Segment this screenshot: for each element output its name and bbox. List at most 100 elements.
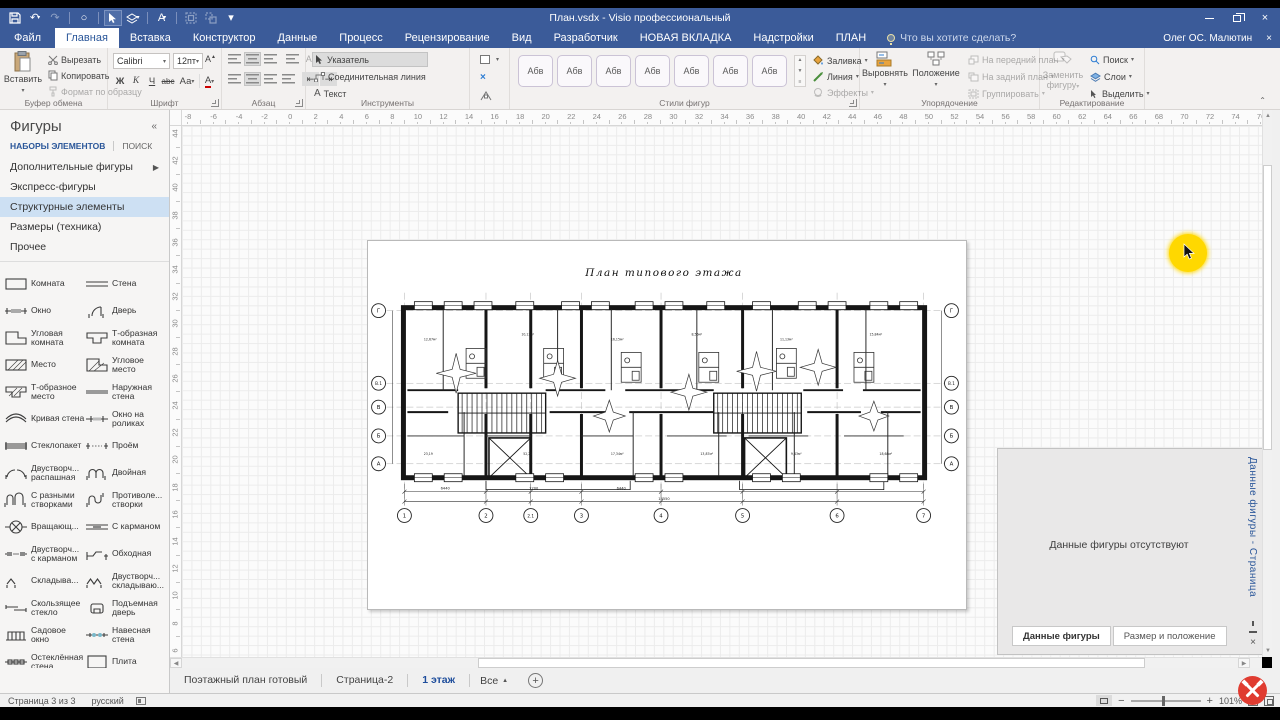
shape-master[interactable]: Противоле... створки [85, 486, 166, 513]
align-left-button[interactable] [226, 72, 243, 86]
stencil-more-shapes[interactable]: Дополнительные фигуры▶ [0, 157, 169, 177]
stencil-item[interactable]: Размеры (техника) [0, 217, 169, 237]
horizontal-scroll-thumb[interactable] [478, 658, 1145, 668]
page-tab-all[interactable]: Все▲ [470, 675, 518, 687]
shape-master[interactable]: С карманом [85, 513, 166, 540]
tab-вставка[interactable]: Вставка [119, 28, 182, 48]
shape-master[interactable]: Двустворч... складываю... [85, 567, 166, 594]
font-family-select[interactable]: Calibri▾ [113, 53, 170, 69]
qat-customize-icon[interactable]: ▾ [222, 10, 240, 26]
shape-master[interactable]: Угловое место [85, 351, 166, 378]
bullets-button[interactable] [284, 52, 301, 66]
shape-styles-dialog-launcher[interactable] [849, 99, 857, 107]
collapse-ribbon-icon[interactable]: ⌃ [1259, 96, 1266, 105]
pointer-tool-button[interactable]: Указатель [312, 52, 428, 67]
horizontal-scrollbar[interactable]: ◀ ▶ [170, 657, 1262, 668]
stencil-item[interactable]: Прочее [0, 237, 169, 257]
shape-master[interactable]: Обходная [85, 540, 166, 567]
zoom-level[interactable]: 101% [1219, 696, 1242, 706]
shape-master[interactable]: Т-образное место [4, 378, 85, 405]
tab-search[interactable]: ПОИСК [122, 141, 152, 151]
tab-главная[interactable]: Главная [55, 28, 119, 48]
scroll-left-icon[interactable]: ◀ [170, 658, 182, 668]
align-bottom-button[interactable] [262, 52, 279, 66]
font-size-select[interactable]: 12пт▾ [173, 53, 203, 69]
tab-shape-data[interactable]: Данные фигуры [1012, 626, 1111, 646]
tab-вид[interactable]: Вид [501, 28, 543, 48]
shape-master[interactable]: Вращающ... [4, 513, 85, 540]
bold-button[interactable]: Ж [113, 74, 127, 88]
tab-file[interactable]: Файл [0, 28, 55, 48]
paragraph-dialog-launcher[interactable] [295, 99, 303, 107]
shape-style-swatch[interactable]: Абв [635, 55, 670, 87]
vertical-scroll-thumb[interactable] [1263, 165, 1272, 450]
scroll-right-icon[interactable]: ▶ [1238, 658, 1250, 668]
shape-master[interactable]: Подъемная дверь [85, 594, 166, 621]
shape-master[interactable]: Угловая комната [4, 324, 85, 351]
restore-button[interactable] [1226, 10, 1248, 26]
shape-master[interactable]: Стеклопакет [4, 432, 85, 459]
page-tab-2[interactable]: Страница-2 [322, 668, 407, 693]
change-case-button[interactable]: Аа▾ [177, 74, 197, 88]
shape-master[interactable]: Стена [85, 270, 166, 297]
tab-конструктор[interactable]: Конструктор [182, 28, 267, 48]
tab-рецензирование[interactable]: Рецензирование [394, 28, 501, 48]
strikethrough-button[interactable]: abc [161, 74, 175, 88]
shape-master[interactable]: Наружная стена [85, 378, 166, 405]
rectangle-tool-button[interactable]: ▾ [478, 52, 501, 67]
page-tab-3[interactable]: 1 этаж [408, 668, 469, 693]
shape-master[interactable]: Складыва... [4, 567, 85, 594]
stencil-item[interactable]: Структурные элементы [0, 197, 169, 217]
shape-master[interactable]: Двустворч... с карманом [4, 540, 85, 567]
shape-master[interactable]: Двойная [85, 459, 166, 486]
drawing-page[interactable]: План типового этажа [367, 240, 967, 610]
layers-button[interactable]: Слои▾ [1088, 69, 1152, 84]
shape-master[interactable]: Место [4, 351, 85, 378]
minimize-button[interactable] [1198, 10, 1220, 26]
tab-stencil-sets[interactable]: НАБОРЫ ЭЛЕМЕНТОВ [10, 141, 105, 151]
shape-master[interactable]: Садовое окно [4, 621, 85, 648]
shape-style-swatch[interactable]: Абв [596, 55, 631, 87]
shape-master[interactable]: Скользящее стекло [4, 594, 85, 621]
shape-style-swatch[interactable]: Абв [752, 55, 787, 87]
tab-size-position[interactable]: Размер и положение [1113, 626, 1227, 646]
zoom-out-icon[interactable]: − [1118, 695, 1124, 707]
gallery-scroll[interactable]: ▲▼≡ [794, 55, 806, 87]
page-tab-1[interactable]: Поэтажный план готовый [170, 668, 321, 693]
macro-record-icon[interactable] [136, 697, 146, 705]
page-indicator[interactable]: Страница 3 из 3 [0, 696, 83, 706]
shape-master[interactable]: С разными створками [4, 486, 85, 513]
new-window-icon[interactable] [1264, 696, 1274, 706]
underline-button[interactable]: Ч [145, 74, 159, 88]
shape-master[interactable]: Окно [4, 297, 85, 324]
justify-button[interactable] [280, 72, 297, 86]
align-right-button[interactable] [262, 72, 279, 86]
shape-style-swatch[interactable]: Абв [518, 55, 553, 87]
shape-master[interactable]: Кривая стена [4, 405, 85, 432]
tell-me-box[interactable]: Что вы хотите сделать? [887, 28, 1016, 48]
close-button[interactable]: × [1254, 10, 1276, 26]
shape-master[interactable]: Двустворч... распашная [4, 459, 85, 486]
add-page-button[interactable]: + [528, 673, 543, 688]
tab-план[interactable]: ПЛАН [825, 28, 877, 48]
align-top-button[interactable] [226, 52, 243, 66]
save-icon[interactable] [6, 10, 24, 26]
italic-button[interactable]: К [129, 74, 143, 88]
vertical-scrollbar[interactable]: ▲ ▼ [1262, 110, 1272, 657]
user-name[interactable]: Олег ОС. Малютин [1163, 33, 1252, 44]
connector-tool-button[interactable]: Соединительная линия [312, 69, 428, 84]
find-button[interactable]: Поиск▾ [1088, 52, 1152, 67]
shape-master[interactable]: Дверь [85, 297, 166, 324]
shape-master[interactable]: Комната [4, 270, 85, 297]
tab-процесс[interactable]: Процесс [328, 28, 393, 48]
zoom-slider[interactable] [1131, 700, 1201, 702]
align-button[interactable]: Выровнять▾ [862, 51, 908, 89]
drawing-tool-button[interactable] [478, 88, 501, 103]
align-center-button[interactable] [244, 72, 261, 86]
presentation-mode-icon[interactable] [1096, 695, 1112, 706]
layers-icon[interactable]: ▾ [124, 10, 142, 26]
tab-новая-вкладка[interactable]: НОВАЯ ВКЛАДКА [629, 28, 743, 48]
stencil-item[interactable]: Экспресс-фигуры [0, 177, 169, 197]
pointer-tool-icon[interactable] [104, 10, 122, 26]
shape-style-swatch[interactable]: Абв [713, 55, 748, 87]
